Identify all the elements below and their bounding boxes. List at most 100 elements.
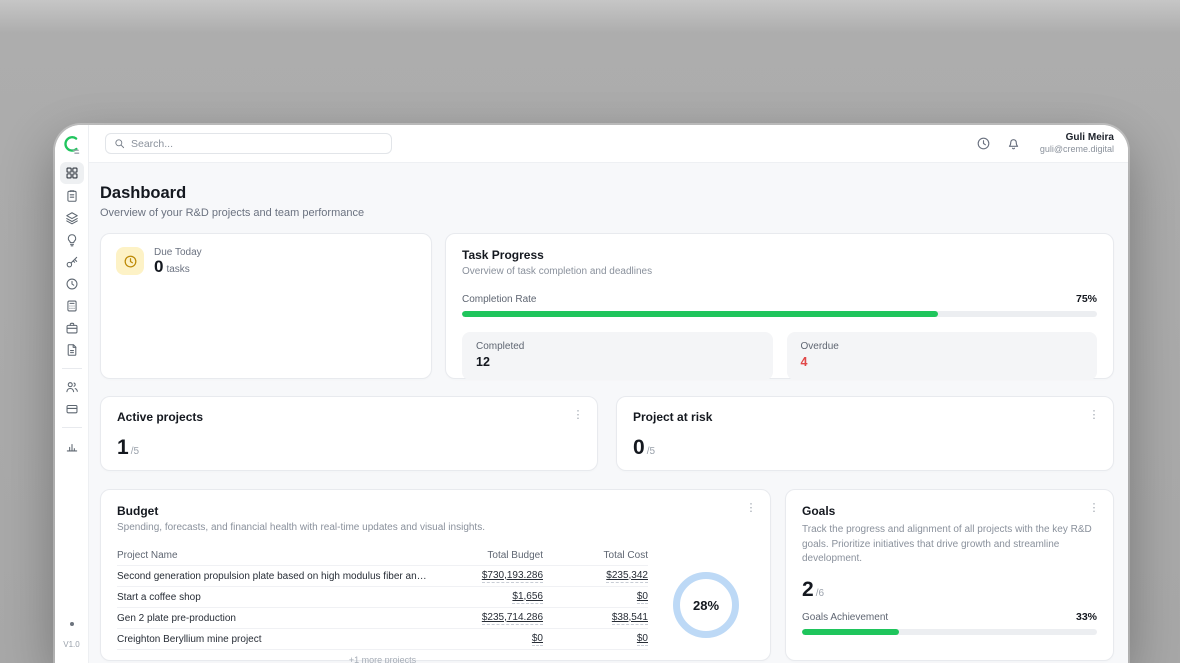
- main-area: Guli Meira guli@creme.digital Dashboard …: [89, 125, 1128, 663]
- overdue-value: 4: [801, 355, 1084, 369]
- sidebar-item-time[interactable]: [60, 274, 84, 294]
- project-name: Second generation propulsion plate based…: [117, 571, 428, 582]
- calculator-icon: [65, 299, 79, 313]
- bell-icon[interactable]: [1006, 136, 1021, 151]
- goals-total: /6: [816, 588, 824, 599]
- sidebar-item-layers[interactable]: [60, 208, 84, 228]
- table-row: Gen 2 plate pre-production $235,714.286 …: [117, 608, 648, 629]
- clipboard-icon: [65, 189, 79, 203]
- goals-achievement-value: 33%: [1076, 611, 1097, 623]
- due-today-clock-icon: [116, 247, 144, 275]
- column-total-budget: Total Budget: [428, 550, 543, 561]
- status-dot-icon: [70, 622, 74, 626]
- budget-donut-wrap: 28%: [658, 545, 754, 663]
- table-header-row: Project Name Total Budget Total Cost: [117, 545, 648, 566]
- sidebar-item-tasks[interactable]: [60, 186, 84, 206]
- goals-achievement-label: Goals Achievement: [802, 612, 888, 623]
- sidebar-item-documents[interactable]: [60, 340, 84, 360]
- total-budget-value[interactable]: $730,193.286: [482, 570, 543, 583]
- kebab-menu-icon[interactable]: ⋮: [571, 407, 585, 421]
- layers-icon: [65, 211, 79, 225]
- total-budget-value[interactable]: $235,714.286: [482, 612, 543, 625]
- column-total-cost: Total Cost: [543, 550, 648, 561]
- total-cost-value[interactable]: $38,541: [612, 612, 648, 625]
- goals-title: Goals: [802, 504, 1097, 518]
- kebab-menu-icon[interactable]: ⋮: [1087, 500, 1101, 514]
- user-name: Guli Meira: [1040, 132, 1114, 145]
- total-cost-value[interactable]: $0: [637, 591, 648, 604]
- sidebar-item-access[interactable]: [60, 252, 84, 272]
- table-row: Creighton Beryllium mine project $0 $0: [117, 629, 648, 650]
- dashboard-content: Dashboard Overview of your R&D projects …: [89, 163, 1128, 663]
- total-cost-value[interactable]: $0: [637, 633, 648, 646]
- kebab-menu-icon[interactable]: ⋮: [1087, 407, 1101, 421]
- due-today-unit: tasks: [166, 264, 189, 275]
- clock-icon: [65, 277, 79, 291]
- column-project-name: Project Name: [117, 550, 428, 561]
- project-name: Start a coffee shop: [117, 592, 428, 603]
- project-at-risk-value: 0: [633, 437, 645, 458]
- lightbulb-icon: [65, 233, 79, 247]
- sidebar-item-billing[interactable]: [60, 399, 84, 419]
- budget-title: Budget: [117, 504, 754, 518]
- goals-card: Goals ⋮ Track the progress and alignment…: [785, 489, 1114, 661]
- user-menu[interactable]: Guli Meira guli@creme.digital: [1040, 132, 1114, 156]
- people-icon: [65, 380, 79, 394]
- bar-chart-icon: [65, 439, 79, 453]
- task-progress-title: Task Progress: [462, 248, 1097, 262]
- briefcase-icon: [65, 321, 79, 335]
- more-projects-link[interactable]: +1 more projects: [117, 655, 648, 663]
- budget-card: Budget ⋮ Spending, forecasts, and financ…: [100, 489, 771, 661]
- completion-progress-fill: [462, 311, 938, 317]
- search-input[interactable]: [131, 138, 383, 150]
- active-projects-title: Active projects: [117, 410, 581, 424]
- completed-stat-box: Completed 12: [462, 332, 773, 380]
- overdue-label: Overdue: [801, 341, 1084, 352]
- app-window: V1.0 Guli Meira guli@creme.digital Dashb…: [55, 125, 1128, 663]
- sidebar-divider: [62, 368, 82, 369]
- budget-donut-chart: 28%: [673, 572, 739, 638]
- goals-value: 2: [802, 579, 814, 600]
- page-header: Dashboard Overview of your R&D projects …: [100, 184, 1114, 219]
- topbar: Guli Meira guli@creme.digital: [89, 125, 1128, 163]
- key-icon: [65, 255, 79, 269]
- completion-rate-value: 75%: [1076, 293, 1097, 305]
- topbar-actions: Guli Meira guli@creme.digital: [976, 132, 1114, 156]
- budget-table: Project Name Total Budget Total Cost Sec…: [117, 545, 648, 663]
- search-box[interactable]: [105, 133, 392, 154]
- budget-donut-value: 28%: [693, 598, 719, 613]
- goals-progress-bar: [802, 629, 1097, 635]
- active-projects-value: 1: [117, 437, 129, 458]
- total-budget-value[interactable]: $1,656: [512, 591, 543, 604]
- table-row: Start a coffee shop $1,656 $0: [117, 587, 648, 608]
- sidebar-item-dashboard[interactable]: [60, 162, 84, 184]
- sidebar: V1.0: [55, 125, 89, 663]
- active-projects-total: /5: [131, 446, 139, 457]
- history-clock-icon[interactable]: [976, 136, 991, 151]
- goals-progress-fill: [802, 629, 899, 635]
- document-icon: [65, 343, 79, 357]
- sidebar-item-ideas[interactable]: [60, 230, 84, 250]
- table-row: Second generation propulsion plate based…: [117, 566, 648, 587]
- completed-value: 12: [476, 355, 759, 369]
- sidebar-item-team[interactable]: [60, 377, 84, 397]
- project-name: Gen 2 plate pre-production: [117, 613, 428, 624]
- sidebar-item-portfolio[interactable]: [60, 318, 84, 338]
- search-icon: [114, 138, 125, 149]
- creme-logo-icon[interactable]: [62, 134, 82, 156]
- total-budget-value[interactable]: $0: [532, 633, 543, 646]
- project-at-risk-title: Project at risk: [633, 410, 1097, 424]
- page-subtitle: Overview of your R&D projects and team p…: [100, 207, 1114, 219]
- app-version: V1.0: [63, 640, 79, 649]
- dashboard-grid-icon: [65, 166, 79, 180]
- project-name: Creighton Beryllium mine project: [117, 634, 428, 645]
- kebab-menu-icon[interactable]: ⋮: [744, 500, 758, 514]
- sidebar-divider: [62, 427, 82, 428]
- summary-row: Due Today 0tasks Task Progress Overview …: [100, 233, 1114, 379]
- due-today-card: Due Today 0tasks: [100, 233, 432, 379]
- card-icon: [65, 402, 79, 416]
- sidebar-item-calculator[interactable]: [60, 296, 84, 316]
- sidebar-item-analytics[interactable]: [60, 436, 84, 456]
- completion-rate-label: Completion Rate: [462, 294, 536, 305]
- total-cost-value[interactable]: $235,342: [606, 570, 648, 583]
